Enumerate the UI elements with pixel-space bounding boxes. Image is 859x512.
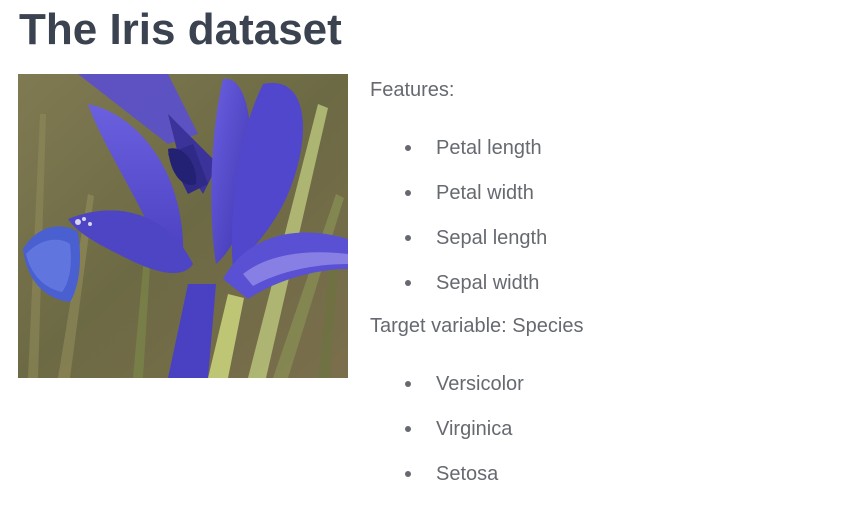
list-item-label: Versicolor bbox=[436, 373, 524, 395]
features-list: Petal length Petal width Sepal length Se… bbox=[370, 135, 547, 315]
bullet-icon bbox=[405, 190, 411, 196]
list-item-label: Petal length bbox=[436, 137, 542, 159]
bullet-icon bbox=[405, 381, 411, 387]
species-list: Versicolor Virginica Setosa bbox=[370, 371, 524, 506]
list-item: Sepal width bbox=[370, 270, 547, 315]
bullet-icon bbox=[405, 426, 411, 432]
features-heading: Features: bbox=[370, 79, 455, 101]
list-item-label: Petal width bbox=[436, 182, 534, 204]
bullet-icon bbox=[405, 471, 411, 477]
bullet-icon bbox=[405, 235, 411, 241]
list-item: Virginica bbox=[370, 416, 524, 461]
list-item-label: Setosa bbox=[436, 463, 499, 485]
target-heading: Target variable: Species bbox=[370, 315, 584, 337]
list-item: Sepal length bbox=[370, 225, 547, 270]
list-item-label: Sepal width bbox=[436, 272, 540, 294]
list-item: Petal width bbox=[370, 180, 547, 225]
list-item-label: Virginica bbox=[436, 418, 513, 440]
bullet-icon bbox=[405, 145, 411, 151]
iris-flower-photo bbox=[18, 74, 348, 378]
bullet-icon bbox=[405, 280, 411, 286]
page-title: The Iris dataset bbox=[19, 5, 342, 54]
list-item: Versicolor bbox=[370, 371, 524, 416]
list-item: Setosa bbox=[370, 461, 524, 506]
list-item-label: Sepal length bbox=[436, 227, 548, 249]
list-item: Petal length bbox=[370, 135, 547, 180]
